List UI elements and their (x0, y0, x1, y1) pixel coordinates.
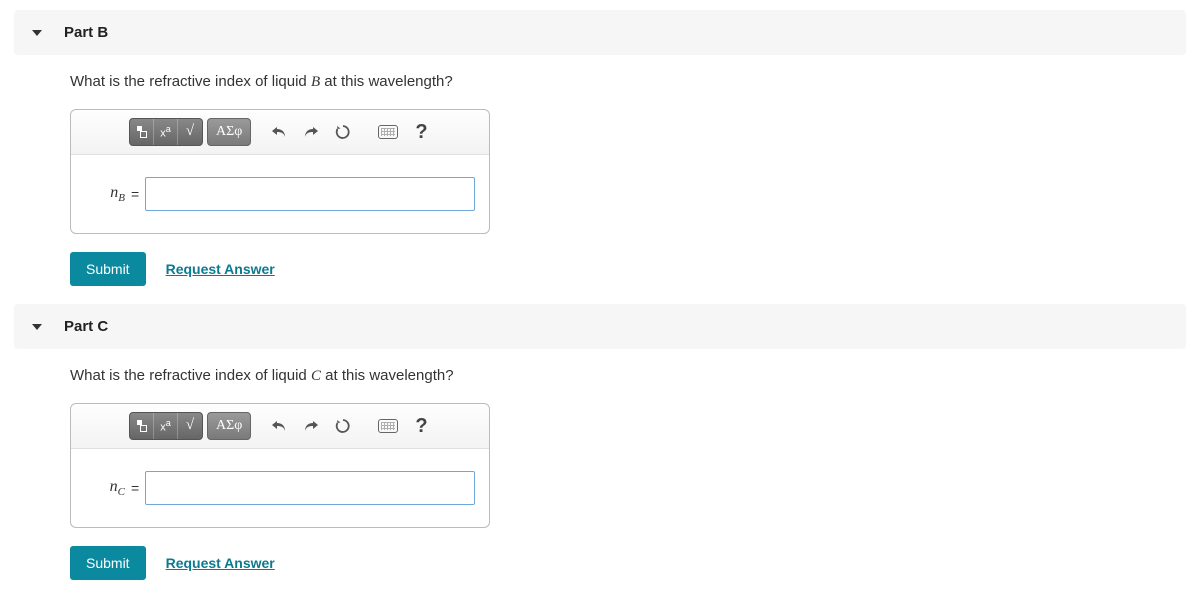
help-icon[interactable]: ? (407, 415, 435, 438)
greek-symbols-button[interactable]: ΑΣφ (207, 412, 251, 440)
reset-icon[interactable] (329, 412, 357, 440)
submit-button-c[interactable]: Submit (70, 546, 146, 580)
caret-down-icon (32, 324, 42, 330)
variable-label-c: nC (85, 478, 129, 498)
part-c-body: What is the refractive index of liquid C… (14, 349, 1186, 588)
help-icon[interactable]: ? (407, 121, 435, 144)
equation-toolbar: xa √ ΑΣφ ? (71, 404, 489, 449)
part-b-body: What is the refractive index of liquid B… (14, 55, 1186, 294)
answer-box-b: xa √ ΑΣφ ? nB = (70, 109, 490, 234)
part-b: Part B What is the refractive index of l… (14, 10, 1186, 294)
request-answer-link-b[interactable]: Request Answer (166, 261, 275, 277)
keyboard-icon[interactable] (373, 118, 403, 146)
answer-input-b[interactable] (145, 177, 475, 211)
fraction-icon[interactable] (130, 119, 154, 145)
part-b-question: What is the refractive index of liquid B… (70, 73, 1186, 91)
undo-icon[interactable] (265, 118, 293, 146)
answer-box-c: xa √ ΑΣφ ? nC = (70, 403, 490, 528)
question-text-post: at this wavelength? (320, 73, 453, 90)
input-row-c: nC = (71, 449, 489, 527)
sqrt-icon[interactable]: √ (178, 119, 202, 145)
part-b-header[interactable]: Part B (14, 10, 1186, 55)
question-text-pre: What is the refractive index of liquid (70, 367, 311, 384)
equals-sign: = (129, 186, 145, 202)
variable-label-b: nB (85, 184, 129, 204)
greek-symbols-button[interactable]: ΑΣφ (207, 118, 251, 146)
actions-c: Submit Request Answer (70, 546, 1186, 580)
reset-icon[interactable] (329, 118, 357, 146)
part-c: Part C What is the refractive index of l… (14, 304, 1186, 588)
template-group: xa √ (129, 412, 203, 440)
actions-b: Submit Request Answer (70, 252, 1186, 286)
request-answer-link-c[interactable]: Request Answer (166, 555, 275, 571)
keyboard-icon[interactable] (373, 412, 403, 440)
exponent-icon[interactable]: xa (154, 413, 178, 439)
question-text-pre: What is the refractive index of liquid (70, 73, 311, 90)
equals-sign: = (129, 480, 145, 496)
caret-down-icon (32, 30, 42, 36)
redo-icon[interactable] (297, 412, 325, 440)
fraction-icon[interactable] (130, 413, 154, 439)
input-row-b: nB = (71, 155, 489, 233)
undo-icon[interactable] (265, 412, 293, 440)
part-c-title: Part C (64, 318, 108, 335)
template-group: xa √ (129, 118, 203, 146)
submit-button-b[interactable]: Submit (70, 252, 146, 286)
question-text-post: at this wavelength? (321, 367, 454, 384)
equation-toolbar: xa √ ΑΣφ ? (71, 110, 489, 155)
redo-icon[interactable] (297, 118, 325, 146)
question-variable: C (311, 368, 321, 384)
part-c-question: What is the refractive index of liquid C… (70, 367, 1186, 385)
sqrt-icon[interactable]: √ (178, 413, 202, 439)
part-b-title: Part B (64, 24, 108, 41)
part-c-header[interactable]: Part C (14, 304, 1186, 349)
exponent-icon[interactable]: xa (154, 119, 178, 145)
answer-input-c[interactable] (145, 471, 475, 505)
question-variable: B (311, 74, 320, 90)
